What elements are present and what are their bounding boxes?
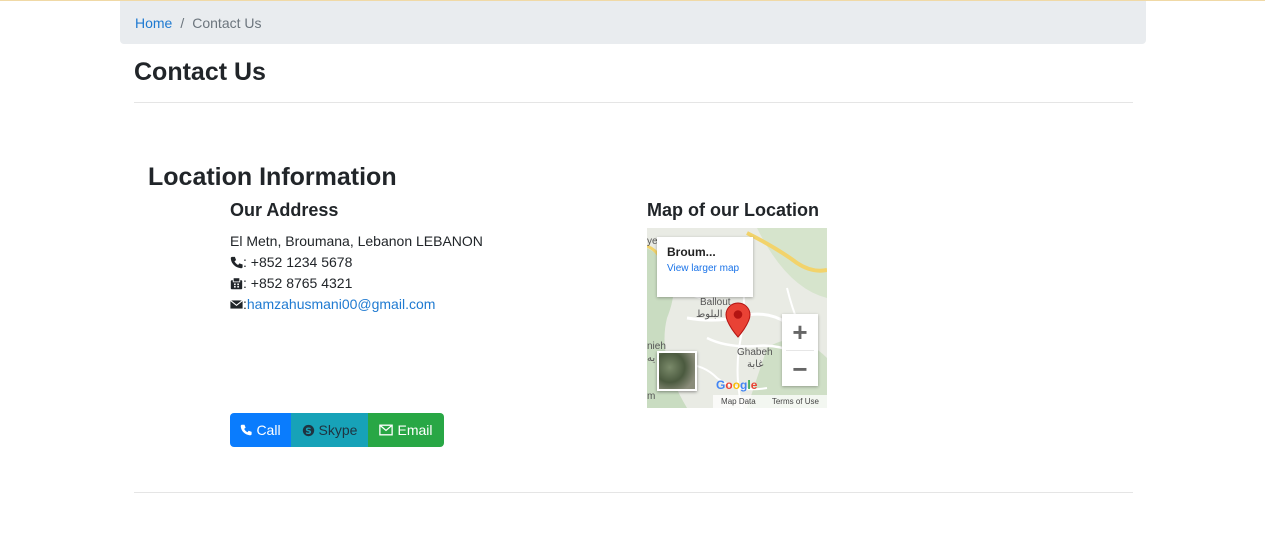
map-attribution: Map Data Terms of Use [713,395,827,408]
breadcrumb-current: Contact Us [192,14,262,31]
svg-text:S: S [305,426,311,436]
map-data-link[interactable]: Map Data [721,397,756,406]
fax-line: : +852 8765 4321 [230,273,483,294]
breadcrumb: Home / Contact Us [120,1,1146,44]
zoom-out-button[interactable]: − [782,351,818,387]
email-line: : hamzahusmani00@gmail.com [230,294,483,315]
phone-line: : +852 1234 5678 [230,252,483,273]
address-title: Our Address [230,200,339,220]
address-block: El Metn, Broumana, Lebanon LEBANON : +85… [230,231,483,315]
map-label-ghabeh: Ghabeh [737,347,773,358]
phone-number: : +852 1234 5678 [243,254,353,270]
envelope-icon [230,300,243,309]
email-button[interactable]: Email [368,413,444,447]
divider [134,102,1133,103]
phone-icon [241,424,253,436]
location-map[interactable]: ye Ballout البلوط Ghabeh غابة nieh يه m … [647,228,827,408]
location-section-title: Location Information [148,163,397,191]
terms-of-use-link[interactable]: Terms of Use [772,397,819,406]
call-button[interactable]: Call [230,413,291,447]
breadcrumb-separator: / [180,14,185,31]
fax-icon [230,277,243,290]
fax-number: : +852 8765 4321 [243,275,353,291]
zoom-in-button[interactable]: + [782,314,818,350]
contact-button-group: Call S Skype Email [230,413,444,447]
map-place-name: Broum... [667,245,716,259]
address-text: El Metn, Broumana, Lebanon LEBANON [230,233,483,249]
map-title: Map of our Location [647,200,819,220]
google-logo: Google [716,378,758,392]
map-place-card: Broum... View larger map [657,237,753,297]
call-button-label: Call [256,422,281,438]
address-line: El Metn, Broumana, Lebanon LEBANON [230,231,483,252]
map-zoom-controls: + − [782,314,818,386]
page-title: Contact Us [134,58,266,86]
breadcrumb-home-link[interactable]: Home [135,15,172,31]
map-label-bottom: m [647,391,656,402]
satellite-toggle[interactable] [657,351,697,391]
skype-button-label: Skype [318,422,358,438]
divider-bottom [134,492,1133,493]
phone-icon [230,256,243,269]
map-label-ghabeh-arabic: غابة [747,359,764,370]
email-button-label: Email [397,422,433,438]
map-label-left-arabic: يه [647,353,656,364]
skype-icon: S [302,424,314,436]
map-label-top: ye [647,236,658,247]
envelope-icon [379,424,394,436]
view-larger-map-link[interactable]: View larger map [667,262,743,275]
map-pin-icon [725,302,751,338]
email-link[interactable]: hamzahusmani00@gmail.com [247,294,436,315]
map-label-ballout-arabic: البلوط [696,309,723,320]
skype-button[interactable]: S Skype [291,413,368,447]
